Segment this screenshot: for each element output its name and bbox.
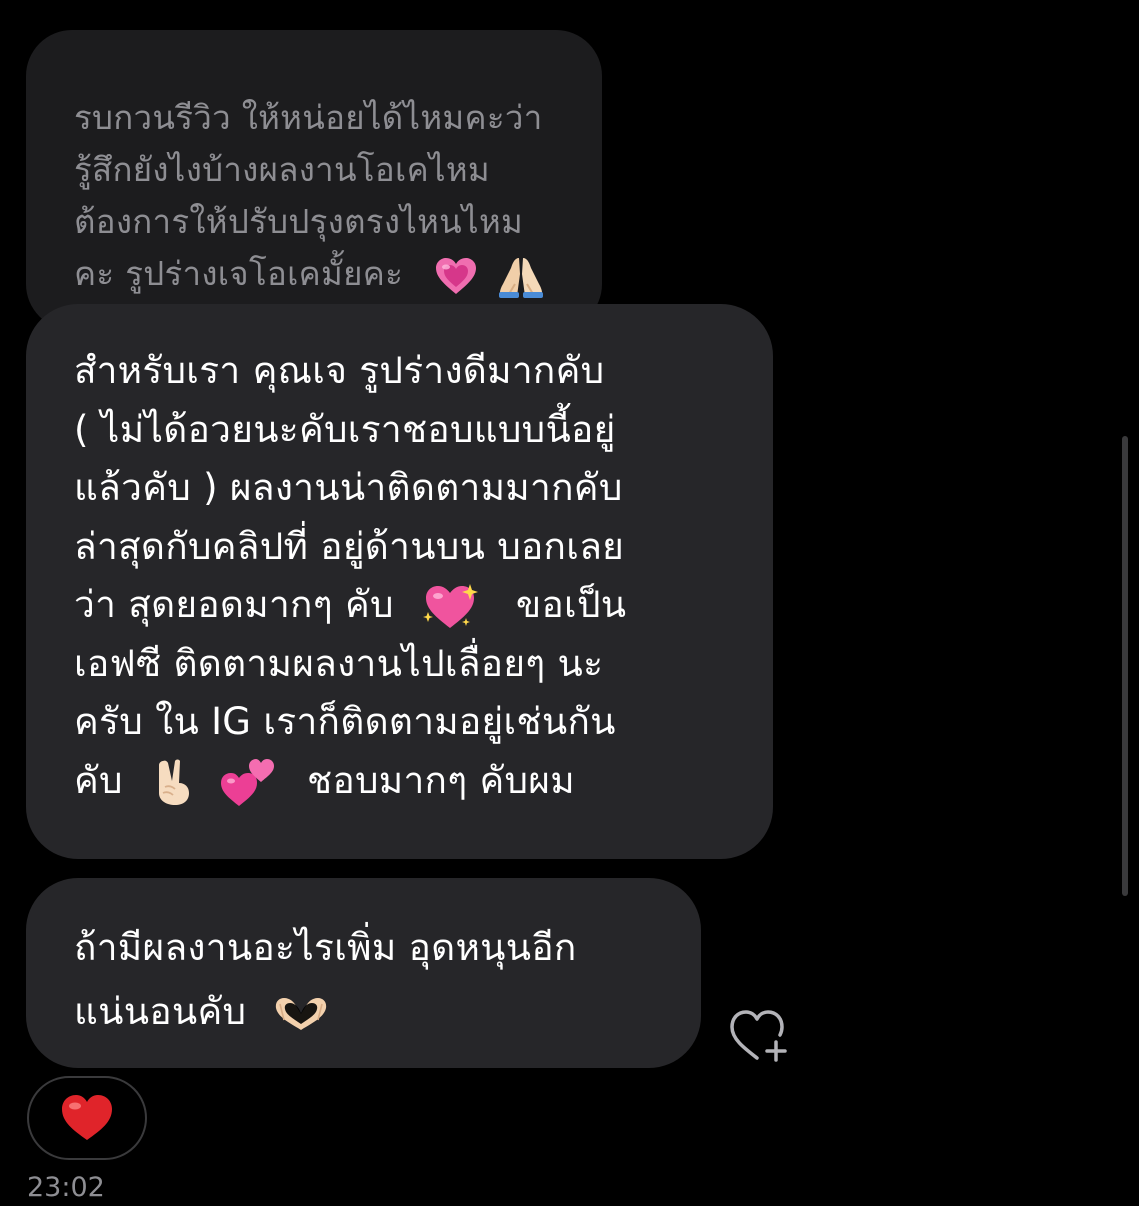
victory-hand-icon	[158, 759, 189, 805]
quoted-message-line-4: คะ รูปร่างเจโอเคมั้ยคะ	[74, 248, 554, 300]
main-message-line-5-tail: ขอเป็น	[515, 583, 627, 626]
main-message-line-5: ว่า สุดยอดมากๆ คับ ขอเป็น	[74, 576, 725, 635]
main-message-bubble[interactable]: สำหรับเรา คุณเจ รูปร่างดีมากคับ ( ไม่ได้…	[26, 304, 773, 859]
quoted-message-line-2: รู้สึกยังไงบ้างผลงานโอเคไหม	[74, 150, 490, 189]
main-message-line-2: ( ไม่ได้อวยนะคับเราชอบแบบนี้อยู่	[74, 407, 616, 451]
growing-heart-icon	[435, 257, 476, 294]
main-message-line-3: แล้วคับ ) ผลงานน่าติดตามมากคับ	[74, 466, 623, 509]
quoted-message-line-4-text: คะ รูปร่างเจโอเคมั้ยคะ	[74, 254, 404, 293]
main-message-line-6: เอฟซี ติดตามผลงานไปเลื่อยๆ นะ	[74, 641, 604, 685]
message-timestamp: 23:02	[27, 1172, 105, 1203]
main-message-line-4: ล่าสุดกับคลิปที่ อยู่ด้านบน บอกเลย	[74, 524, 625, 568]
heart-hands-icon	[276, 997, 327, 1030]
add-reaction-heart-icon[interactable]	[728, 1006, 794, 1064]
main-message-line-7: ครับ ใน IG เราก็ติดตามอยู่เช่นกัน	[74, 700, 616, 743]
main-message-line-8-text: คับ	[74, 758, 123, 802]
third-message-line-1: ถ้ามีผลงานอะไรเพิ่ม อุดหนุนอีก	[74, 926, 577, 969]
main-message-line-8: คับ ชอบมากๆ คับผม	[74, 752, 725, 811]
sparkling-heart-icon	[422, 583, 478, 628]
reaction-pill[interactable]	[27, 1076, 147, 1160]
two-hearts-icon	[220, 759, 274, 806]
scrollbar[interactable]	[1122, 436, 1128, 896]
main-message-line-8-tail: ชอบมากๆ คับผม	[307, 758, 575, 802]
red-heart-icon	[62, 1095, 112, 1140]
folded-hands-icon	[498, 257, 543, 298]
quoted-message-line-3: ต้องการให้ปรับปรุงตรงไหนไหม	[74, 202, 524, 241]
third-message-line-2-text: แน่นอนคับ	[74, 990, 247, 1033]
quoted-message-line-1: รบกวนรีวิว ให้หน่อยได้ไหมคะว่า	[74, 98, 543, 137]
main-message-line-5-text: ว่า สุดยอดมากๆ คับ	[74, 583, 394, 626]
main-message-line-1: สำหรับเรา คุณเจ รูปร่างดีมากคับ	[74, 349, 605, 392]
quoted-message-bubble[interactable]: รบกวนรีวิว ให้หน่อยได้ไหมคะว่า รู้สึกยัง…	[26, 30, 602, 330]
third-message-line-2: แน่นอนคับ	[74, 980, 653, 1044]
third-message-bubble[interactable]: ถ้ามีผลงานอะไรเพิ่ม อุดหนุนอีก แน่นอนคับ	[26, 878, 701, 1068]
